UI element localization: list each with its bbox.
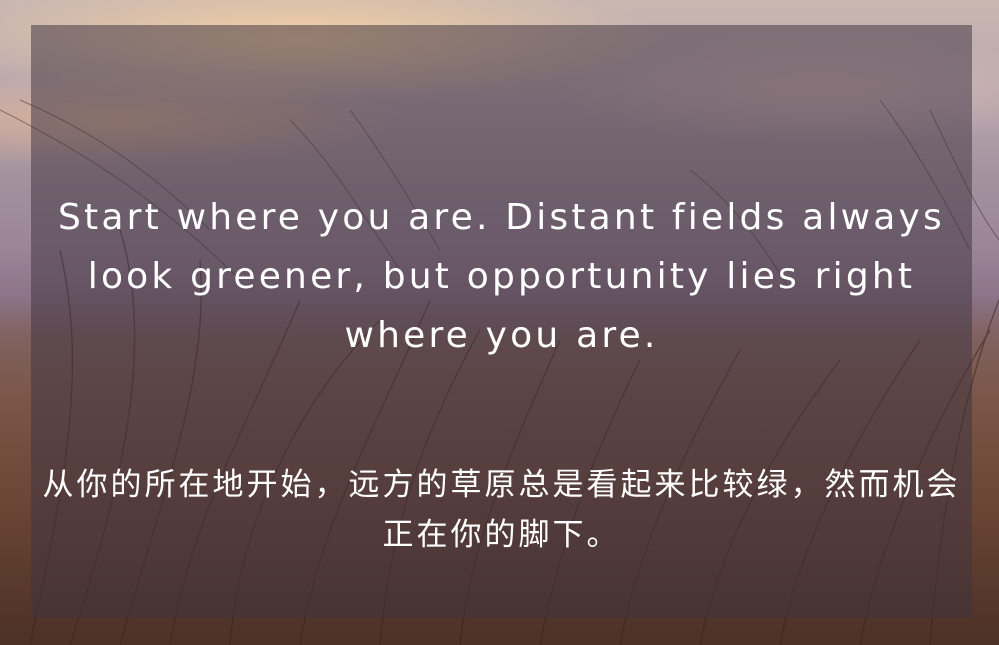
- english-quote: Start where you are. Distant fields alwa…: [57, 197, 946, 356]
- chinese-quote: 从你的所在地开始，远方的草原总是看起来比较绿，然而机会正在你的脚下。: [42, 467, 961, 553]
